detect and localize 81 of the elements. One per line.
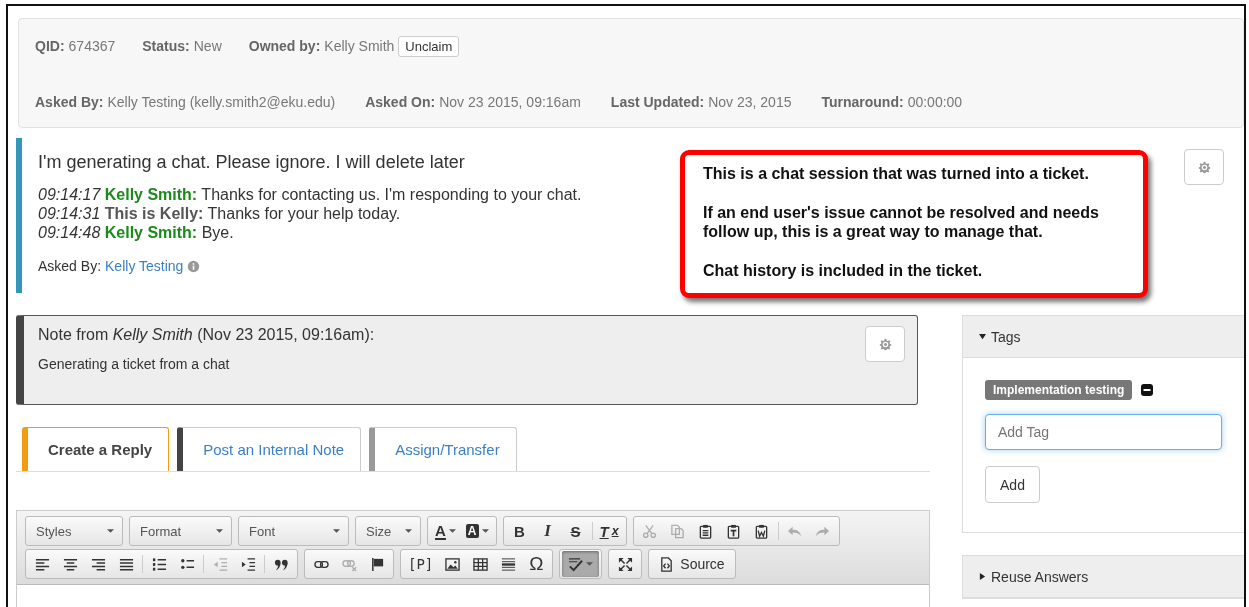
align-left-icon — [34, 556, 50, 572]
caret-icon — [481, 529, 489, 533]
callout-text: This is a chat session that was turned into a ticket. — [703, 164, 1090, 183]
clipboard-icon — [726, 523, 742, 539]
settings-button[interactable] — [865, 326, 905, 362]
dropdown[interactable]: Size — [356, 517, 420, 545]
align-center-icon — [62, 556, 78, 572]
field-value: 00:00:00 — [907, 94, 963, 110]
table-icon — [472, 556, 488, 572]
indent-icon — [240, 556, 256, 572]
field-value: Nov 23, 2015 — [708, 94, 792, 110]
color-button[interactable]: A — [430, 518, 461, 544]
expand-icon — [617, 556, 633, 572]
tag-input[interactable]: Add Tag — [985, 414, 1222, 450]
callout-text: Chat history is included in the ticket. — [703, 261, 984, 280]
field-label: Turnaround: — [821, 94, 904, 110]
tab[interactable]: Assign/Transfer — [369, 427, 517, 471]
question-title: I'm generating a chat. Please ignore. I will delete later — [38, 152, 466, 173]
align-right-icon — [90, 556, 106, 572]
settings-icon — [878, 337, 892, 351]
flag-icon — [369, 556, 385, 572]
tab[interactable]: Post an Internal Note — [177, 427, 362, 471]
chat-message: 09:14:17 Kelly Smith: Thanks for contacting us. I'm responding to your chat. — [38, 185, 582, 204]
field-label: Status: — [142, 38, 190, 54]
image-icon — [444, 556, 460, 572]
caret-icon — [448, 529, 456, 533]
format-button[interactable]: Ω — [522, 551, 551, 577]
bullet-list-icon — [179, 556, 195, 572]
format-button[interactable]: S — [561, 518, 590, 544]
scissors-icon — [642, 523, 658, 539]
note-heading: Note from Kelly Smith (Nov 23 2015, 09:16am): — [38, 326, 375, 344]
horizontal-line-icon — [500, 556, 516, 572]
clipboard-icon — [754, 523, 770, 539]
chat-message: 09:14:48 Kelly Smith: Bye. — [38, 223, 235, 242]
caret-icon — [405, 529, 412, 533]
field-value: Kelly Smith — [324, 38, 395, 54]
tab[interactable]: Create a Reply — [22, 427, 170, 471]
unclaim-button[interactable]: Unclaim — [398, 35, 460, 57]
field-label: Asked On: — [365, 94, 436, 110]
field-value: 674367 — [68, 38, 116, 54]
format-button[interactable]: I — [533, 518, 562, 544]
settings-icon — [1197, 160, 1211, 174]
dropdown[interactable]: Format — [130, 517, 231, 545]
panel-header[interactable]: Reuse Answers — [963, 556, 1244, 598]
note-text: Generating a ticket from a chat — [38, 356, 231, 372]
caret-icon — [333, 529, 340, 533]
caret-icon — [586, 562, 594, 566]
spellcheck-icon — [568, 556, 584, 572]
clipboard-icon — [698, 523, 714, 539]
color-button[interactable]: A — [460, 518, 494, 544]
chat-message: 09:14:31 This is Kelly: Thanks for your help today. — [38, 204, 402, 223]
field-label: Asked By: — [35, 94, 104, 110]
caret-icon — [107, 529, 114, 533]
outdent-icon — [212, 556, 228, 572]
caret-icon — [979, 333, 986, 340]
field-label: Last Updated: — [610, 94, 705, 110]
format-button[interactable]: [P] — [403, 551, 439, 577]
field-value: Nov 23 2015, 09:16am — [439, 94, 581, 110]
tag: Implementation testing — [985, 380, 1133, 400]
settings-button[interactable] — [1184, 149, 1224, 185]
panel-header[interactable]: Tags — [963, 316, 1244, 358]
document-code-icon — [659, 556, 675, 572]
format-button[interactable]: B — [505, 518, 534, 544]
info-icon[interactable] — [187, 259, 201, 273]
field-value: Kelly Testing (kelly.smith2@eku.edu) — [107, 94, 336, 110]
callout-text: If an end user's issue cannot be resolved and needs follow up, this is a great way to manage that. — [703, 203, 1100, 241]
asker-link[interactable]: Kelly Testing — [105, 258, 184, 274]
copy-icon — [670, 523, 686, 539]
source-button[interactable]: Source — [651, 551, 733, 577]
asked-by-label: Asked By: — [38, 258, 102, 274]
dropdown[interactable]: Styles — [26, 517, 122, 545]
dropdown[interactable]: Font — [239, 517, 348, 545]
add-button[interactable]: Add — [985, 466, 1040, 503]
caret-icon — [979, 573, 986, 580]
field-label: Owned by: — [248, 38, 321, 54]
justify-icon — [118, 556, 134, 572]
numbered-list-icon — [151, 556, 167, 572]
field-value: New — [193, 38, 222, 54]
remove-icon[interactable] — [1141, 384, 1154, 396]
field-label: QID: — [35, 38, 65, 54]
caret-icon — [216, 529, 223, 533]
